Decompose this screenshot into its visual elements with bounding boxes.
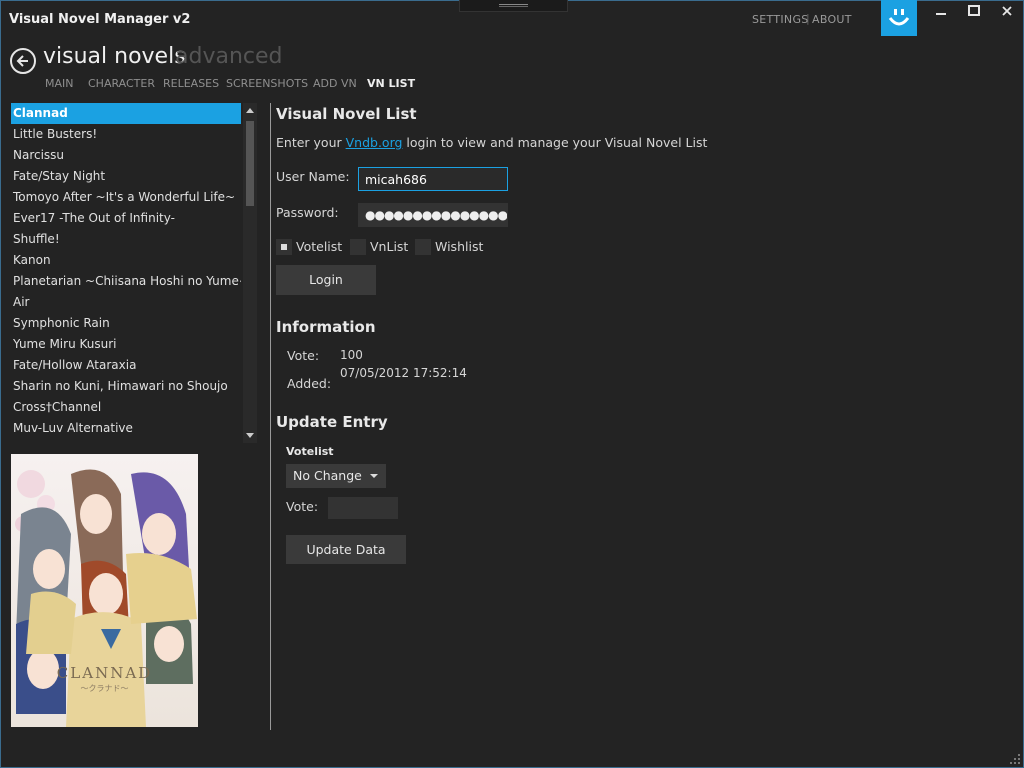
login-intro: Enter your Vndb.org login to view and ma… — [276, 135, 707, 150]
section-title-update: Update Entry — [276, 413, 388, 431]
list-item[interactable]: Symphonic Rain — [11, 313, 241, 334]
tab-add-vn[interactable]: ADD VN — [313, 77, 357, 90]
app-title: Visual Novel Manager v2 — [9, 12, 191, 27]
list-item[interactable]: Planetarian ~Chiisana Hoshi no Yume~ — [11, 271, 241, 292]
checkbox-mark — [281, 244, 287, 250]
wishlist-checkbox[interactable] — [415, 239, 431, 255]
votelist-checkbox[interactable] — [276, 239, 292, 255]
vote-value: 100 — [340, 348, 363, 362]
list-item[interactable]: Fate/Stay Night — [11, 166, 241, 187]
dropdown-value: No Change — [293, 468, 362, 483]
scroll-down-icon[interactable] — [246, 433, 254, 438]
back-arrow-icon[interactable] — [10, 48, 36, 74]
cover-subtitle: ～クラナド～ — [80, 684, 129, 693]
maximize-icon[interactable] — [964, 5, 984, 23]
vnlist-checkbox[interactable] — [350, 239, 366, 255]
login-button[interactable]: Login — [276, 265, 376, 295]
intro-text-before: Enter your — [276, 135, 346, 150]
update-data-button[interactable]: Update Data — [286, 535, 406, 564]
list-item[interactable]: Air — [11, 292, 241, 313]
window-drag-handle[interactable] — [459, 0, 568, 12]
list-item[interactable]: Yume Miru Kusuri — [11, 334, 241, 355]
tab-vn-list[interactable]: VN LIST — [367, 77, 415, 90]
added-value: 07/05/2012 17:52:14 — [340, 366, 467, 380]
about-link[interactable]: ABOUT — [812, 13, 852, 26]
tab-releases[interactable]: RELEASES — [163, 77, 219, 90]
password-label: Password: — [276, 205, 339, 220]
cover-image: CLANNAD ～クラナド～ — [11, 454, 198, 727]
tab-main[interactable]: MAIN — [45, 77, 74, 90]
settings-link[interactable]: SETTINGS — [752, 13, 809, 26]
added-key: Added: — [287, 376, 332, 391]
list-item[interactable]: Cross†Channel — [11, 397, 241, 418]
section-title-information: Information — [276, 318, 376, 336]
tab-screenshots[interactable]: SCREENSHOTS — [226, 77, 308, 90]
pane-divider — [270, 103, 271, 730]
list-item[interactable]: Muv-Luv Alternative — [11, 418, 241, 439]
username-field[interactable] — [358, 167, 508, 191]
tab-character[interactable]: CHARACTER — [88, 77, 155, 90]
vndb-link[interactable]: Vndb.org — [346, 135, 403, 150]
feedback-smiley-icon[interactable] — [881, 0, 917, 36]
list-item[interactable]: Sharin no Kuni, Himawari no Shoujo — [11, 376, 241, 397]
username-label: User Name: — [276, 169, 350, 184]
minimize-icon[interactable] — [931, 5, 951, 23]
topnav-separator: | — [806, 12, 810, 25]
votelist-sublabel: Votelist — [286, 445, 334, 458]
scroll-up-icon[interactable] — [246, 108, 254, 113]
intro-text-after: login to view and manage your Visual Nov… — [402, 135, 708, 150]
visual-novel-list[interactable]: Clannad Little Busters! Narcissu Fate/Stay … — [11, 103, 241, 443]
vote-key: Vote: — [287, 348, 320, 363]
list-item[interactable]: Narcissu — [11, 145, 241, 166]
vnlist-label[interactable]: VnList — [370, 239, 408, 254]
update-vote-label: Vote: — [286, 499, 319, 514]
page-subtitle[interactable]: advanced — [175, 44, 283, 69]
wishlist-label[interactable]: Wishlist — [435, 239, 483, 254]
list-item[interactable]: Ever17 -The Out of Infinity- — [11, 208, 241, 229]
section-title-vn-list: Visual Novel List — [276, 105, 417, 123]
chevron-down-icon — [370, 474, 378, 478]
resize-grip-icon[interactable] — [1010, 754, 1020, 764]
list-scrollbar[interactable] — [243, 103, 257, 443]
list-item[interactable]: Little Busters! — [11, 124, 241, 145]
change-dropdown[interactable]: No Change — [286, 464, 386, 488]
list-item[interactable]: Fate/Hollow Ataraxia — [11, 355, 241, 376]
list-item[interactable]: Tomoyo After ~It's a Wonderful Life~ — [11, 187, 241, 208]
cover-title: CLANNAD — [56, 664, 153, 682]
update-vote-field[interactable] — [328, 497, 398, 519]
list-item[interactable]: Kanon — [11, 250, 241, 271]
list-item[interactable]: Shuffle! — [11, 229, 241, 250]
votelist-label[interactable]: Votelist — [296, 239, 342, 254]
page-title: visual novels — [43, 44, 186, 69]
scrollbar-thumb[interactable] — [246, 121, 254, 206]
close-icon[interactable] — [997, 5, 1017, 23]
password-field[interactable]: ●●●●●●●●●●●●●●●●●●●● — [358, 203, 508, 227]
list-item[interactable]: Clannad — [11, 103, 241, 124]
